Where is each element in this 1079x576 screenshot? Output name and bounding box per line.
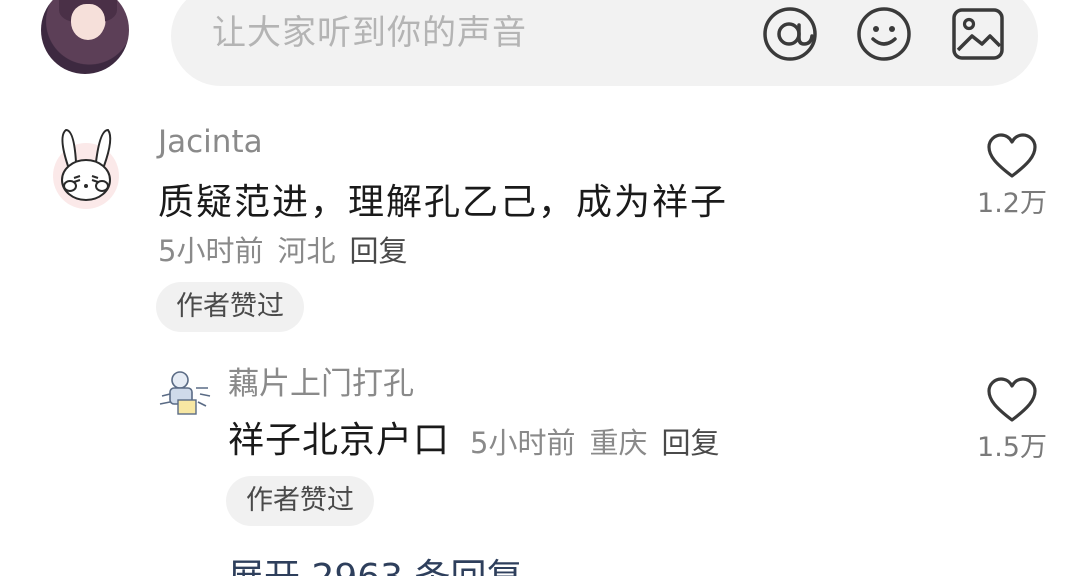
reply-author-liked-badge: 作者赞过 bbox=[226, 476, 374, 526]
comment-section: 让大家听到你的声音 Jacinta 质疑范进，理解孔乙己，成为祥子 5小时前 河… bbox=[0, 0, 1079, 576]
comment-username[interactable]: Jacinta bbox=[158, 122, 263, 162]
image-icon[interactable] bbox=[950, 6, 1006, 62]
author-liked-badge: 作者赞过 bbox=[156, 282, 304, 332]
heart-icon bbox=[987, 133, 1037, 178]
like-count: 1.2万 bbox=[977, 188, 1047, 219]
reply-username[interactable]: 藕片上门打孔 bbox=[228, 364, 414, 404]
reply-reply-button[interactable]: 回复 bbox=[661, 426, 719, 460]
comment-input-placeholder: 让大家听到你的声音 bbox=[212, 13, 527, 53]
reply-like-count: 1.5万 bbox=[977, 432, 1047, 463]
current-user-avatar[interactable] bbox=[41, 0, 129, 74]
emoji-icon[interactable] bbox=[856, 6, 912, 62]
at-icon[interactable] bbox=[762, 6, 818, 62]
like-button[interactable]: 1.2万 bbox=[972, 132, 1052, 222]
comment-location: 河北 bbox=[277, 234, 336, 268]
reply-text: 祥子北京户口 bbox=[228, 420, 451, 461]
reply-like-button[interactable]: 1.5万 bbox=[972, 376, 1052, 466]
reply-location: 重庆 bbox=[589, 426, 648, 460]
reply-meta: 5小时前 重庆 回复 bbox=[470, 424, 719, 462]
comment-time: 5小时前 bbox=[158, 234, 264, 268]
avatar-face bbox=[71, 4, 105, 40]
comment-meta: 5小时前 河北 回复 bbox=[158, 232, 407, 270]
reply-time: 5小时前 bbox=[470, 426, 576, 460]
commenter-avatar[interactable] bbox=[52, 126, 120, 210]
expand-replies-link[interactable]: 展开 2963 条回复 bbox=[228, 555, 523, 576]
replier-avatar[interactable] bbox=[156, 366, 214, 422]
heart-icon bbox=[987, 377, 1037, 422]
comment-text: 质疑范进，理解孔乙己，成为祥子 bbox=[158, 182, 729, 223]
reply-button[interactable]: 回复 bbox=[349, 234, 407, 268]
